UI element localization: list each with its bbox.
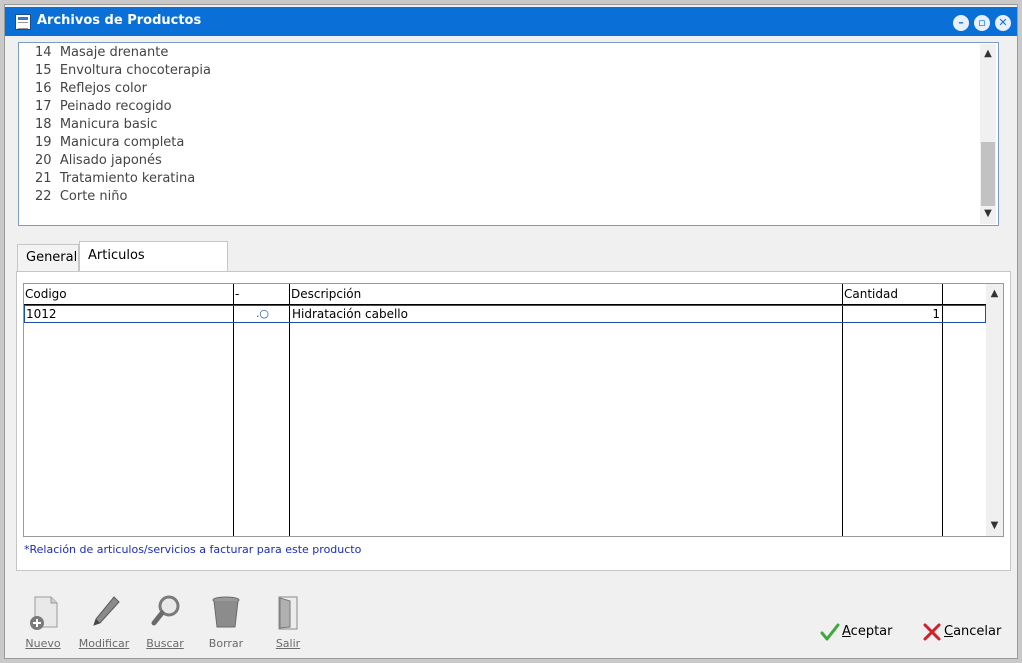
list-item[interactable]: 18 Manicura basic [35,117,157,132]
trash-icon [212,596,240,628]
close-icon[interactable]: ✕ [995,15,1011,31]
nuevo-label: Nuevo [25,637,61,650]
info-note: *Relación de articulos/servicios a factu… [24,543,362,556]
modificar-label: Modificar [78,637,130,650]
list-scrollbar[interactable]: ▲ ▼ [980,44,996,224]
scroll-down-icon[interactable]: ▼ [986,518,1003,534]
scroll-up-icon[interactable]: ▲ [986,286,1003,302]
lookup-icon[interactable]: .○ [234,305,289,323]
app-icon [15,14,31,30]
modificar-button[interactable]: Modificar [76,593,132,653]
scroll-up-icon[interactable]: ▲ [980,46,996,62]
column-header-descripcion[interactable]: Descripción [290,284,843,304]
tab-articulos-relacionados[interactable]: Articulos relacionados [79,241,228,291]
list-item[interactable]: 21 Tratamiento keratina [35,171,195,186]
check-icon [820,623,840,641]
cancelar-mnemonic: C [944,624,954,639]
cancelar-label: ancelar [953,624,1002,639]
salir-button[interactable]: Salir [260,593,316,653]
x-icon [923,623,941,641]
list-item[interactable]: 16 Reflejos color [35,81,147,96]
pencil-icon [93,596,120,626]
list-item[interactable]: 19 Manicura completa [35,135,184,150]
restore-icon[interactable]: ▫ [974,15,990,31]
window-title: Archivos de Productos [37,13,202,28]
list-item[interactable]: 15 Envoltura chocoterapia [35,63,211,78]
product-list[interactable]: 14 Masaje drenante 15 Envoltura chocoter… [18,42,999,226]
exit-door-icon [278,596,298,630]
borrar-button[interactable]: Borrar [198,593,254,653]
related-items-grid[interactable]: Codigo - Descripción Cantidad 1012 .○ Hi… [23,283,1004,537]
grid-scrollbar[interactable]: ▲ ▼ [986,284,1003,536]
aceptar-button[interactable]: Aceptar [820,620,900,644]
aceptar-mnemonic: A [842,624,851,639]
new-document-icon [30,596,58,630]
scroll-thumb[interactable] [981,142,995,206]
column-header-codigo[interactable]: Codigo [24,284,234,304]
nuevo-button[interactable]: Nuevo [15,593,71,653]
list-item[interactable]: 17 Peinado recogido [35,99,172,114]
search-icon [151,595,180,626]
list-item[interactable]: 14 Masaje drenante [35,45,168,60]
buscar-button[interactable]: Buscar [137,593,193,653]
column-header-dash[interactable]: - [234,284,290,304]
list-item[interactable]: 20 Alisado japonés [35,153,162,168]
salir-label: Salir [275,637,301,650]
cell-descripcion[interactable]: Hidratación cabello [290,305,840,323]
scroll-down-icon[interactable]: ▼ [980,206,996,222]
cancelar-button[interactable]: Cancelar [922,620,1002,644]
cell-cantidad[interactable]: 1 [843,305,942,323]
minimize-icon[interactable]: – [953,15,969,31]
list-item[interactable]: 22 Corte niño [35,189,127,204]
title-bar[interactable]: Archivos de Productos – ▫ ✕ [5,7,1017,36]
tab-general[interactable]: General [17,244,79,272]
buscar-label: Buscar [146,637,184,650]
column-header-cantidad[interactable]: Cantidad [843,284,943,304]
app-window: Archivos de Productos – ▫ ✕ 14 Masaje dr… [0,0,1022,663]
borrar-label: Borrar [208,637,244,650]
cell-codigo[interactable]: 1012 [24,305,231,323]
aceptar-label: ceptar [850,624,893,639]
